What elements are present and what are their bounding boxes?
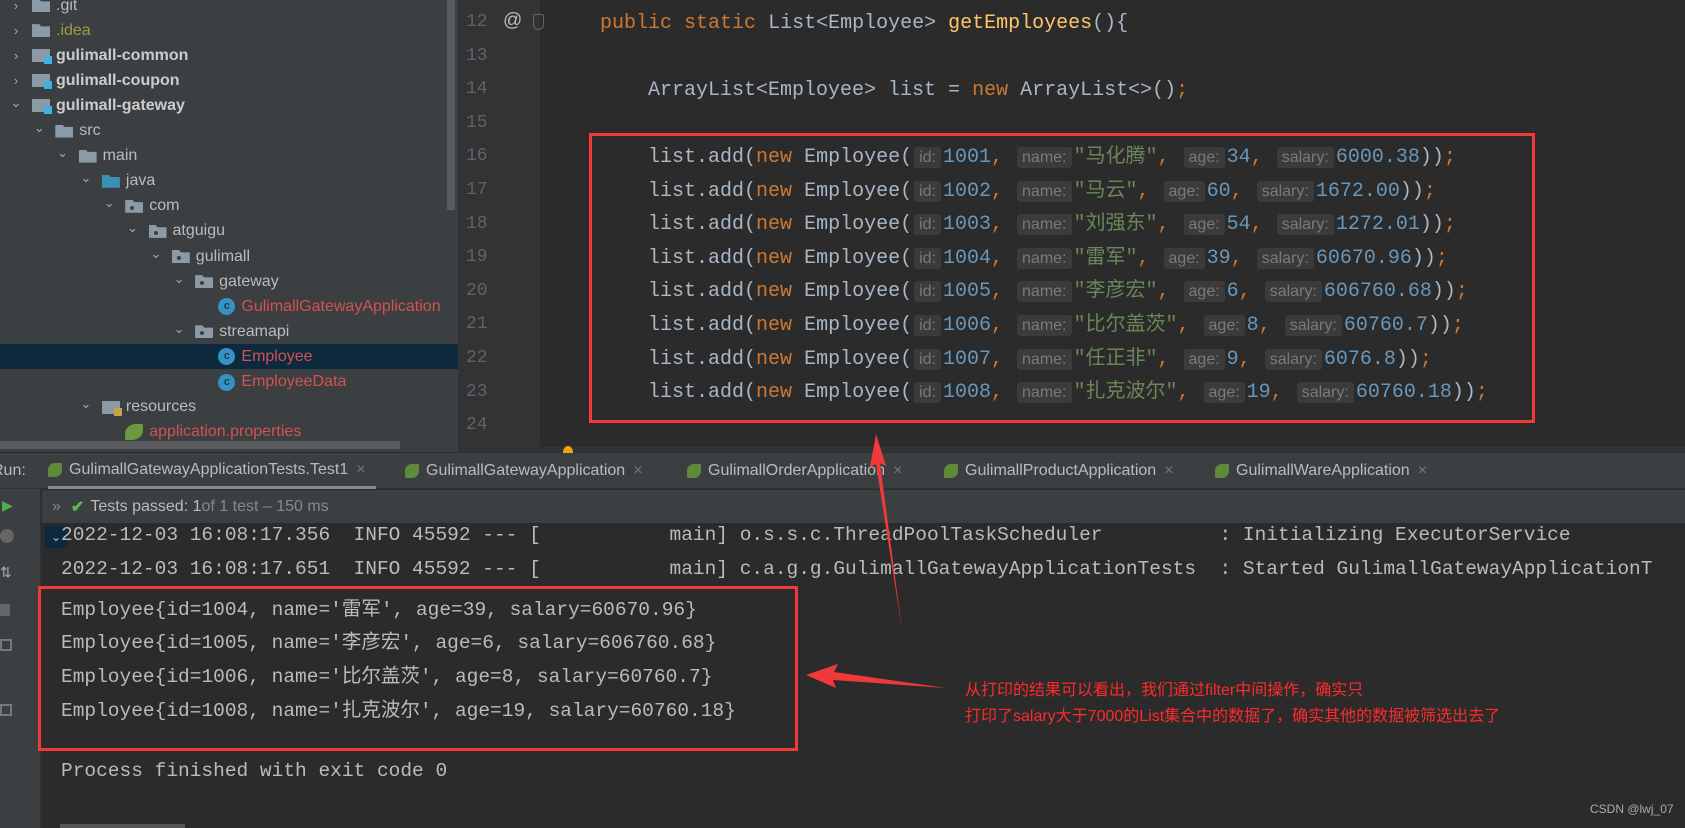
arrow-to-code [870,434,902,630]
annotation-line-1: 从打印的结果可以看出，我们通过filter中间操作，确实只 [965,682,1364,699]
arrow-to-console [806,664,946,688]
console-hscrollbar[interactable] [60,824,185,828]
annotation-line-2: 打印了salary大于7000的List集合中的数据了，确实其他的数据被筛选出去… [965,708,1501,725]
watermark: CSDN @lwj_07 [1590,802,1674,816]
